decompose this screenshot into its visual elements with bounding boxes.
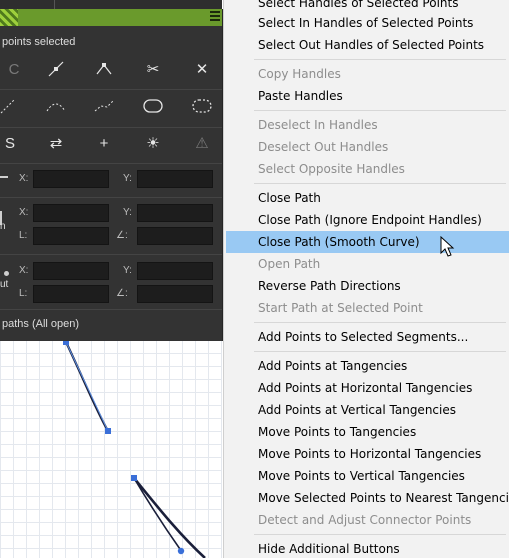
menu-item-paste-handles[interactable]: Paste Handles: [226, 85, 509, 107]
curve-handle-icon[interactable]: [42, 58, 70, 80]
add-icon[interactable]: +: [90, 132, 118, 154]
menu-separator: [254, 534, 506, 535]
anchor-y-field[interactable]: [137, 170, 213, 188]
panel-grip-icon[interactable]: [0, 9, 18, 26]
menu-separator: [254, 322, 506, 323]
menu-item-deselect-in-handles[interactable]: Deselect In Handles: [226, 114, 509, 136]
y-label: Y:: [123, 173, 132, 184]
angle-label: ∠:: [116, 230, 128, 241]
path-panel: points selected C ✂ ✕ S ⇄ + ☀ ⚠ X: Y: n …: [0, 9, 223, 341]
menu-item-add-points-vertical[interactable]: Add Points at Vertical Tangencies: [226, 399, 509, 421]
menu-item-close-path[interactable]: Close Path: [226, 187, 509, 209]
menu-item-select-in-handles[interactable]: Select In Handles of Selected Points: [226, 12, 509, 34]
smooth-points-icon[interactable]: [90, 95, 118, 117]
out-handle-label: ut: [0, 279, 9, 290]
menu-item-add-points-horizontal[interactable]: Add Points at Horizontal Tangencies: [226, 377, 509, 399]
path-points-icon[interactable]: [0, 95, 22, 117]
anchor-node-icon: [0, 176, 8, 178]
swap-direction-icon[interactable]: ⇄: [42, 132, 70, 154]
mouse-cursor-icon: [440, 236, 455, 257]
menu-separator: [254, 59, 506, 60]
menu-separator: [254, 110, 506, 111]
out-x-field[interactable]: [33, 262, 109, 280]
y-label: Y:: [123, 265, 132, 276]
in-length-field[interactable]: [33, 227, 109, 245]
panel-menu-icon[interactable]: [210, 11, 220, 23]
context-menu: Select Handles of Selected Points Select…: [223, 0, 509, 558]
menu-item-open-path[interactable]: Open Path: [226, 253, 509, 275]
anchor-point-lower[interactable]: [131, 475, 137, 481]
convert-point-label[interactable]: C: [0, 58, 28, 80]
menu-item-add-points-tangencies[interactable]: Add Points at Tangencies: [226, 355, 509, 377]
anchor-point-bottom[interactable]: [177, 547, 185, 555]
bezier-curve-icon[interactable]: [42, 95, 70, 117]
out-handle-icon: [4, 271, 9, 276]
x-label: X:: [19, 173, 29, 184]
in-handle-label: n: [0, 221, 6, 232]
menu-item-move-points-tangencies[interactable]: Move Points to Tangencies: [226, 421, 509, 443]
x-label: X:: [19, 265, 29, 276]
menu-item-reverse-path[interactable]: Reverse Path Directions: [226, 275, 509, 297]
corner-handle-icon[interactable]: [90, 58, 118, 80]
menu-item-add-points-segments[interactable]: Add Points to Selected Segments...: [226, 326, 509, 348]
panel-header: [0, 9, 222, 26]
anchor-x-field[interactable]: [33, 170, 109, 188]
path-segment-lower-2[interactable]: [133, 477, 183, 553]
out-angle-field[interactable]: [137, 285, 213, 303]
x-label: X:: [19, 207, 29, 218]
smooth-label[interactable]: S: [0, 132, 24, 154]
y-label: Y:: [123, 207, 132, 218]
menu-item-select-opposite-handles[interactable]: Select Opposite Handles: [226, 158, 509, 180]
in-y-field[interactable]: [137, 204, 213, 222]
warning-icon[interactable]: ⚠: [188, 132, 216, 154]
length-label: L:: [19, 288, 28, 299]
selection-status: points selected: [2, 36, 76, 48]
menu-item-select-out-handles[interactable]: Select Out Handles of Selected Points: [226, 34, 509, 56]
menu-item-move-points-horizontal[interactable]: Move Points to Horizontal Tangencies: [226, 443, 509, 465]
paths-status: paths (All open): [2, 318, 80, 330]
path-segment-lower[interactable]: [132, 477, 206, 558]
drawing-canvas[interactable]: [0, 340, 222, 558]
angle-label: ∠:: [116, 288, 128, 299]
menu-item-copy-handles[interactable]: Copy Handles: [226, 63, 509, 85]
anchor-point-upper[interactable]: [105, 428, 111, 434]
ellipse-points-icon[interactable]: [188, 95, 216, 117]
in-angle-field[interactable]: [137, 227, 213, 245]
menu-item-deselect-out-handles[interactable]: Deselect Out Handles: [226, 136, 509, 158]
top-strip: [0, 0, 222, 9]
in-x-field[interactable]: [33, 204, 109, 222]
tangent-point-icon[interactable]: ☀: [139, 132, 167, 154]
scissors-icon[interactable]: ✂: [139, 58, 167, 80]
menu-item-close-path-ignore[interactable]: Close Path (Ignore Endpoint Handles): [226, 209, 509, 231]
out-y-field[interactable]: [137, 262, 213, 280]
menu-item-hide-buttons[interactable]: Hide Additional Buttons: [226, 538, 509, 560]
ellipse-path-icon[interactable]: [139, 95, 167, 117]
menu-item-detect-connector[interactable]: Detect and Adjust Connector Points: [226, 509, 509, 531]
remove-point-icon[interactable]: ✕: [188, 58, 216, 80]
handle-line-upper: [65, 341, 109, 432]
menu-separator: [254, 183, 506, 184]
menu-item-move-selected-nearest[interactable]: Move Selected Points to Nearest Tangenci…: [226, 487, 509, 509]
menu-item-start-path[interactable]: Start Path at Selected Point: [226, 297, 509, 319]
menu-item-close-path-smooth[interactable]: Close Path (Smooth Curve): [226, 231, 509, 253]
path-curves[interactable]: [0, 340, 222, 558]
menu-separator: [254, 351, 506, 352]
out-length-field[interactable]: [33, 285, 109, 303]
menu-item-move-points-vertical[interactable]: Move Points to Vertical Tangencies: [226, 465, 509, 487]
length-label: L:: [19, 230, 28, 241]
